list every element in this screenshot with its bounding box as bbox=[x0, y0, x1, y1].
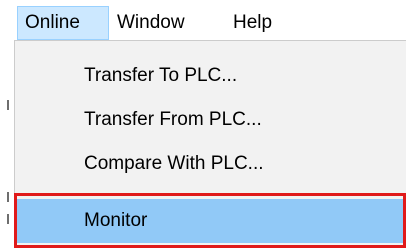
menu-item-transfer-from-plc[interactable]: Transfer From PLC... bbox=[17, 98, 406, 142]
menu-item-monitor[interactable]: Monitor bbox=[17, 199, 406, 243]
edge-mark bbox=[7, 192, 9, 202]
menu-bar: Online Window Help bbox=[0, 0, 406, 42]
menu-item-compare-with-plc[interactable]: Compare With PLC... bbox=[17, 142, 406, 186]
edge-mark bbox=[7, 100, 9, 110]
menu-help[interactable]: Help bbox=[226, 6, 298, 40]
online-dropdown-menu: Transfer To PLC... Transfer From PLC... … bbox=[14, 40, 406, 248]
menu-item-transfer-to-plc[interactable]: Transfer To PLC... bbox=[17, 54, 406, 98]
menu-window[interactable]: Window bbox=[110, 6, 222, 40]
edge-mark bbox=[7, 214, 9, 224]
background-window-edge bbox=[0, 42, 14, 248]
menu-online[interactable]: Online bbox=[17, 6, 109, 40]
